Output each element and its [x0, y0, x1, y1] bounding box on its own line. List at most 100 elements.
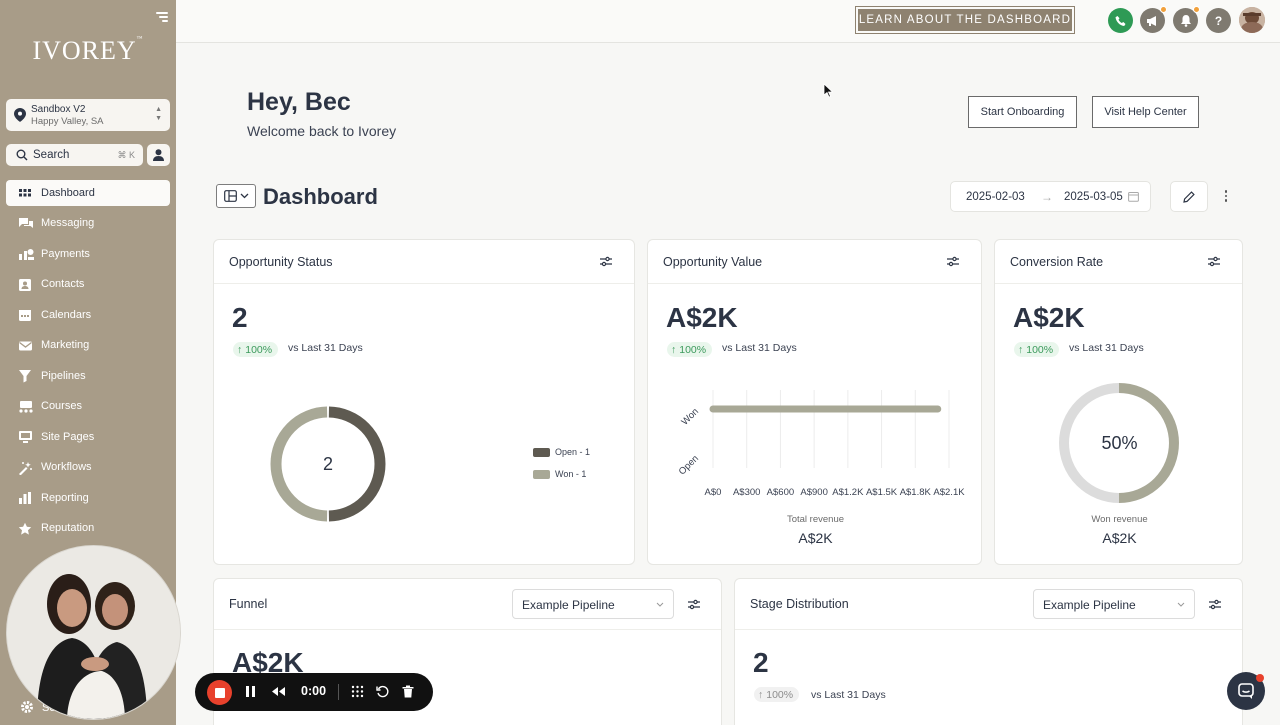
courses-icon: [19, 400, 33, 413]
donut-center-value: 50%: [1101, 433, 1138, 453]
rewind-icon[interactable]: [271, 686, 286, 697]
comparison-label: vs Last 31 Days: [288, 342, 363, 354]
card-header: Opportunity Status: [214, 240, 634, 284]
calendar-icon: [1128, 192, 1139, 202]
user-icon: [153, 149, 164, 161]
learn-about-dashboard-button[interactable]: LEARN ABOUT THE DASHBOARD: [855, 6, 1075, 34]
sidebar-item-label: Workflows: [41, 461, 92, 473]
sidebar-item-label: Reporting: [41, 491, 89, 504]
comparison-label: vs Last 31 Days: [1069, 342, 1144, 354]
change-value: 100%: [766, 688, 794, 701]
won-revenue-label: Won revenue: [1091, 514, 1148, 525]
sidebar-item-label: Payments: [41, 247, 90, 260]
filter-sliders-icon[interactable]: [688, 599, 700, 610]
sidebar-item-pipelines[interactable]: Pipelines: [6, 363, 170, 389]
user-profile-button[interactable]: [147, 144, 170, 166]
filter-sliders-icon[interactable]: [600, 256, 612, 267]
search-icon: [16, 149, 28, 161]
sidebar-item-reputation[interactable]: Reputation: [6, 516, 170, 542]
legend-swatch: [533, 470, 550, 480]
account-name: Sandbox V2: [31, 104, 86, 115]
layout-switcher-button[interactable]: [216, 184, 256, 208]
webcam-overlay[interactable]: [6, 545, 181, 720]
sidebar-item-label: Pipelines: [41, 369, 86, 382]
divider: [338, 684, 339, 700]
sidebar-item-label: Dashboard: [41, 186, 95, 199]
pipeline-select-value: Example Pipeline: [1043, 598, 1136, 612]
sidebar-item-settings[interactable]: Se: [20, 700, 55, 719]
account-switcher[interactable]: Sandbox V2 Happy Valley, SA ▲ ▼: [6, 99, 170, 131]
restart-icon[interactable]: [376, 685, 389, 698]
page-title: Dashboard: [263, 184, 378, 209]
change-badge: ↑ 100%: [754, 687, 800, 702]
card-title: Opportunity Status: [229, 255, 333, 269]
more-options-icon[interactable]: [1223, 190, 1229, 204]
phone-button[interactable]: [1108, 8, 1133, 33]
drag-grid-icon[interactable]: [351, 685, 364, 698]
sidebar-item-courses[interactable]: Courses: [6, 394, 170, 420]
sidebar-item-calendars[interactable]: Calendars: [6, 302, 170, 328]
account-location: Happy Valley, SA: [31, 116, 104, 127]
sidebar-item-marketing[interactable]: Marketing: [6, 333, 170, 359]
bar-chart-icon: [19, 492, 31, 504]
sidebar-item-messaging[interactable]: Messaging: [6, 211, 170, 237]
legend-label: Won - 1: [555, 469, 587, 479]
search-button[interactable]: Search ⌘ K: [6, 144, 143, 166]
change-value: 100%: [1026, 343, 1054, 356]
stop-icon: [214, 687, 225, 698]
pipeline-select[interactable]: Example Pipeline: [512, 589, 674, 619]
search-label: Search: [33, 149, 70, 161]
won-revenue-value: A$2K: [1102, 530, 1137, 546]
support-chat-button[interactable]: [1227, 672, 1265, 710]
sidebar-item-site-pages[interactable]: Site Pages: [6, 424, 170, 450]
edit-dashboard-button[interactable]: [1170, 181, 1208, 212]
chevron-down-icon: [656, 602, 664, 607]
pipeline-select[interactable]: Example Pipeline: [1033, 589, 1195, 619]
pause-icon[interactable]: [245, 685, 256, 698]
sidebar-item-contacts[interactable]: Contacts: [6, 272, 170, 298]
metric-value: 2: [232, 302, 248, 333]
sidebar-item-label: Marketing: [41, 339, 90, 351]
star-icon: [18, 522, 32, 535]
notifications-button[interactable]: [1173, 6, 1200, 33]
question-icon: ?: [1214, 13, 1223, 28]
filter-sliders-icon[interactable]: [1208, 256, 1220, 267]
profile-avatar[interactable]: [1239, 7, 1265, 33]
phone-icon: [1115, 15, 1125, 26]
change-badge: ↑ 100%: [1014, 342, 1060, 357]
date-range-picker[interactable]: 2025-02-03 → 2025-03-05: [950, 181, 1151, 212]
bell-icon: [1180, 15, 1191, 27]
sidebar-item-reporting[interactable]: Reporting: [6, 485, 170, 511]
sidebar-item-dashboard[interactable]: Dashboard: [6, 180, 170, 206]
stage-distribution-card: Stage Distribution Example Pipeline 2 ↑ 1…: [734, 578, 1243, 725]
brand-logo[interactable]: IVOREY™: [0, 36, 176, 66]
sidebar-nav: Dashboard Messaging Payments Contacts Ca…: [6, 180, 170, 546]
sidebar-item-workflows[interactable]: Workflows: [6, 455, 170, 481]
sidebar-item-payments[interactable]: Payments: [6, 241, 170, 267]
stop-recording-button[interactable]: [207, 680, 232, 705]
date-from: 2025-02-03: [966, 191, 1025, 203]
filter-sliders-icon[interactable]: [947, 256, 959, 267]
x-axis-label: Total revenue: [786, 514, 845, 525]
announcements-button[interactable]: [1140, 6, 1167, 33]
search-shortcut: ⌘ K: [117, 150, 135, 160]
greeting-heading: Hey, Bec: [247, 88, 351, 116]
card-title: Conversion Rate: [1010, 255, 1104, 269]
card-header: Opportunity Value: [648, 240, 981, 284]
arrow-up-icon: ↑: [758, 688, 764, 701]
opportunity-value-card: Opportunity Value A$2K ↑ 100% vs Last 31 …: [647, 239, 982, 565]
total-revenue-value: A$2K: [798, 530, 833, 546]
collapse-sidebar-icon[interactable]: [156, 12, 168, 24]
trash-icon[interactable]: [402, 685, 414, 698]
card-header: Funnel Example Pipeline: [214, 579, 721, 630]
arrow-up-icon: ↑: [671, 343, 677, 356]
filter-sliders-icon[interactable]: [1209, 599, 1221, 610]
card-header: Conversion Rate: [995, 240, 1242, 284]
chevron-down-icon: [240, 193, 248, 199]
grid-icon: [19, 189, 31, 197]
metric-value: A$2K: [666, 302, 738, 333]
welcome-banner: Hey, Bec Welcome back to Ivorey Start On…: [220, 66, 1242, 154]
start-onboarding-button[interactable]: Start Onboarding: [968, 96, 1077, 128]
visit-help-center-button[interactable]: Visit Help Center: [1092, 96, 1199, 128]
help-button[interactable]: ?: [1206, 8, 1231, 33]
